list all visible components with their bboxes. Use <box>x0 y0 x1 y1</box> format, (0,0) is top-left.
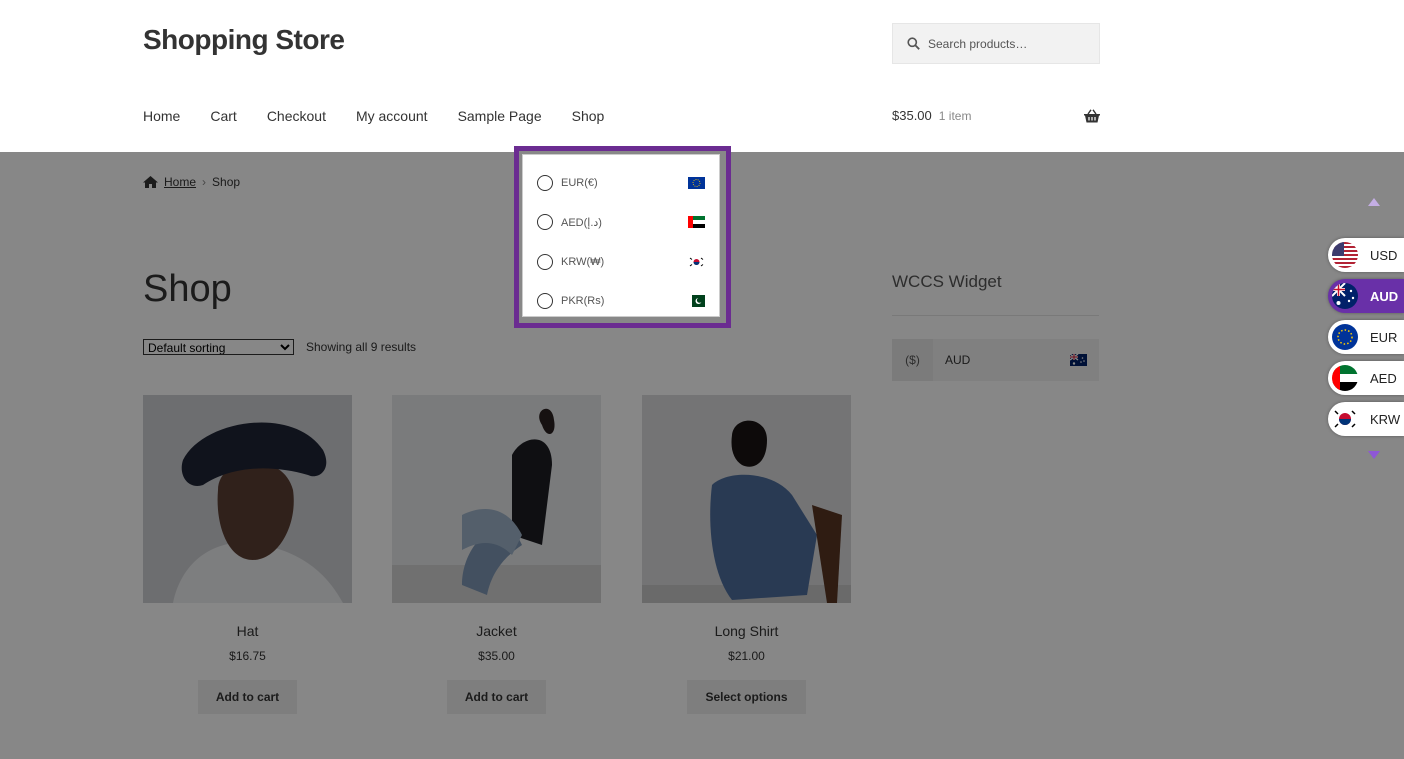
site-title[interactable]: Shopping Store <box>143 24 345 56</box>
search-icon <box>907 37 920 50</box>
chevron-down-icon[interactable] <box>1368 451 1380 459</box>
radio-button[interactable] <box>537 293 553 310</box>
switcher-item-label: AED <box>1370 370 1397 386</box>
uae-flag-icon <box>1330 363 1360 393</box>
korea-flag-icon <box>688 255 705 268</box>
currency-option-pkr[interactable]: PKR(Rs) <box>523 282 719 322</box>
basket-icon <box>1084 108 1100 122</box>
switcher-item-label: EUR <box>1370 329 1398 345</box>
australia-flag-icon <box>1330 281 1360 311</box>
radio-button[interactable] <box>537 174 553 191</box>
switcher-item-aud[interactable]: AUD <box>1328 279 1404 313</box>
currency-option-label: EUR(€) <box>561 176 598 189</box>
eu-flag-icon <box>688 176 705 189</box>
currency-dropdown: EUR(€) AED(د.إ) KRW(₩) PKR(Rs) <box>514 146 731 328</box>
currency-dropdown-list: EUR(€) AED(د.إ) KRW(₩) PKR(Rs) <box>522 154 720 317</box>
switcher-item-aed[interactable]: AED <box>1328 361 1404 395</box>
radio-button[interactable] <box>537 253 553 270</box>
uae-flag-icon <box>688 216 705 229</box>
nav-home[interactable]: Home <box>143 108 180 124</box>
cart-item-count: 1 item <box>938 108 972 123</box>
currency-option-aed[interactable]: AED(د.إ) <box>523 203 719 243</box>
radio-button[interactable] <box>537 214 553 231</box>
currency-option-label: AED(د.إ) <box>561 216 602 229</box>
eu-flag-icon <box>1330 322 1360 352</box>
switcher-item-krw[interactable]: KRW <box>1328 402 1404 436</box>
switcher-item-label: KRW <box>1370 411 1401 427</box>
primary-nav: Home Cart Checkout My account Sample Pag… <box>143 108 634 124</box>
pakistan-flag-icon <box>688 295 705 308</box>
chevron-up-icon[interactable] <box>1368 198 1380 206</box>
currency-option-label: PKR(Rs) <box>561 295 605 308</box>
search-box[interactable] <box>892 23 1100 64</box>
usa-flag-icon <box>1330 240 1360 270</box>
nav-shop[interactable]: Shop <box>572 108 605 124</box>
nav-checkout[interactable]: Checkout <box>267 108 326 124</box>
switcher-item-usd[interactable]: USD <box>1328 238 1404 272</box>
nav-my-account[interactable]: My account <box>356 108 428 124</box>
currency-option-eur[interactable]: EUR(€) <box>523 163 719 203</box>
switcher-item-label: AUD <box>1370 288 1399 304</box>
nav-sample-page[interactable]: Sample Page <box>458 108 542 124</box>
currency-option-label: KRW(₩) <box>561 255 605 268</box>
header-cart[interactable]: $35.00 1 item <box>892 108 1100 123</box>
currency-option-krw[interactable]: KRW(₩) <box>523 242 719 282</box>
switcher-item-eur[interactable]: EUR <box>1328 320 1404 354</box>
search-input[interactable] <box>928 36 1088 51</box>
switcher-item-label: USD <box>1370 247 1398 263</box>
cart-amount: $35.00 <box>892 108 932 123</box>
nav-cart[interactable]: Cart <box>210 108 236 124</box>
korea-flag-icon <box>1330 404 1360 434</box>
site-header: Shopping Store Home Cart Checkout My acc… <box>0 0 1404 152</box>
